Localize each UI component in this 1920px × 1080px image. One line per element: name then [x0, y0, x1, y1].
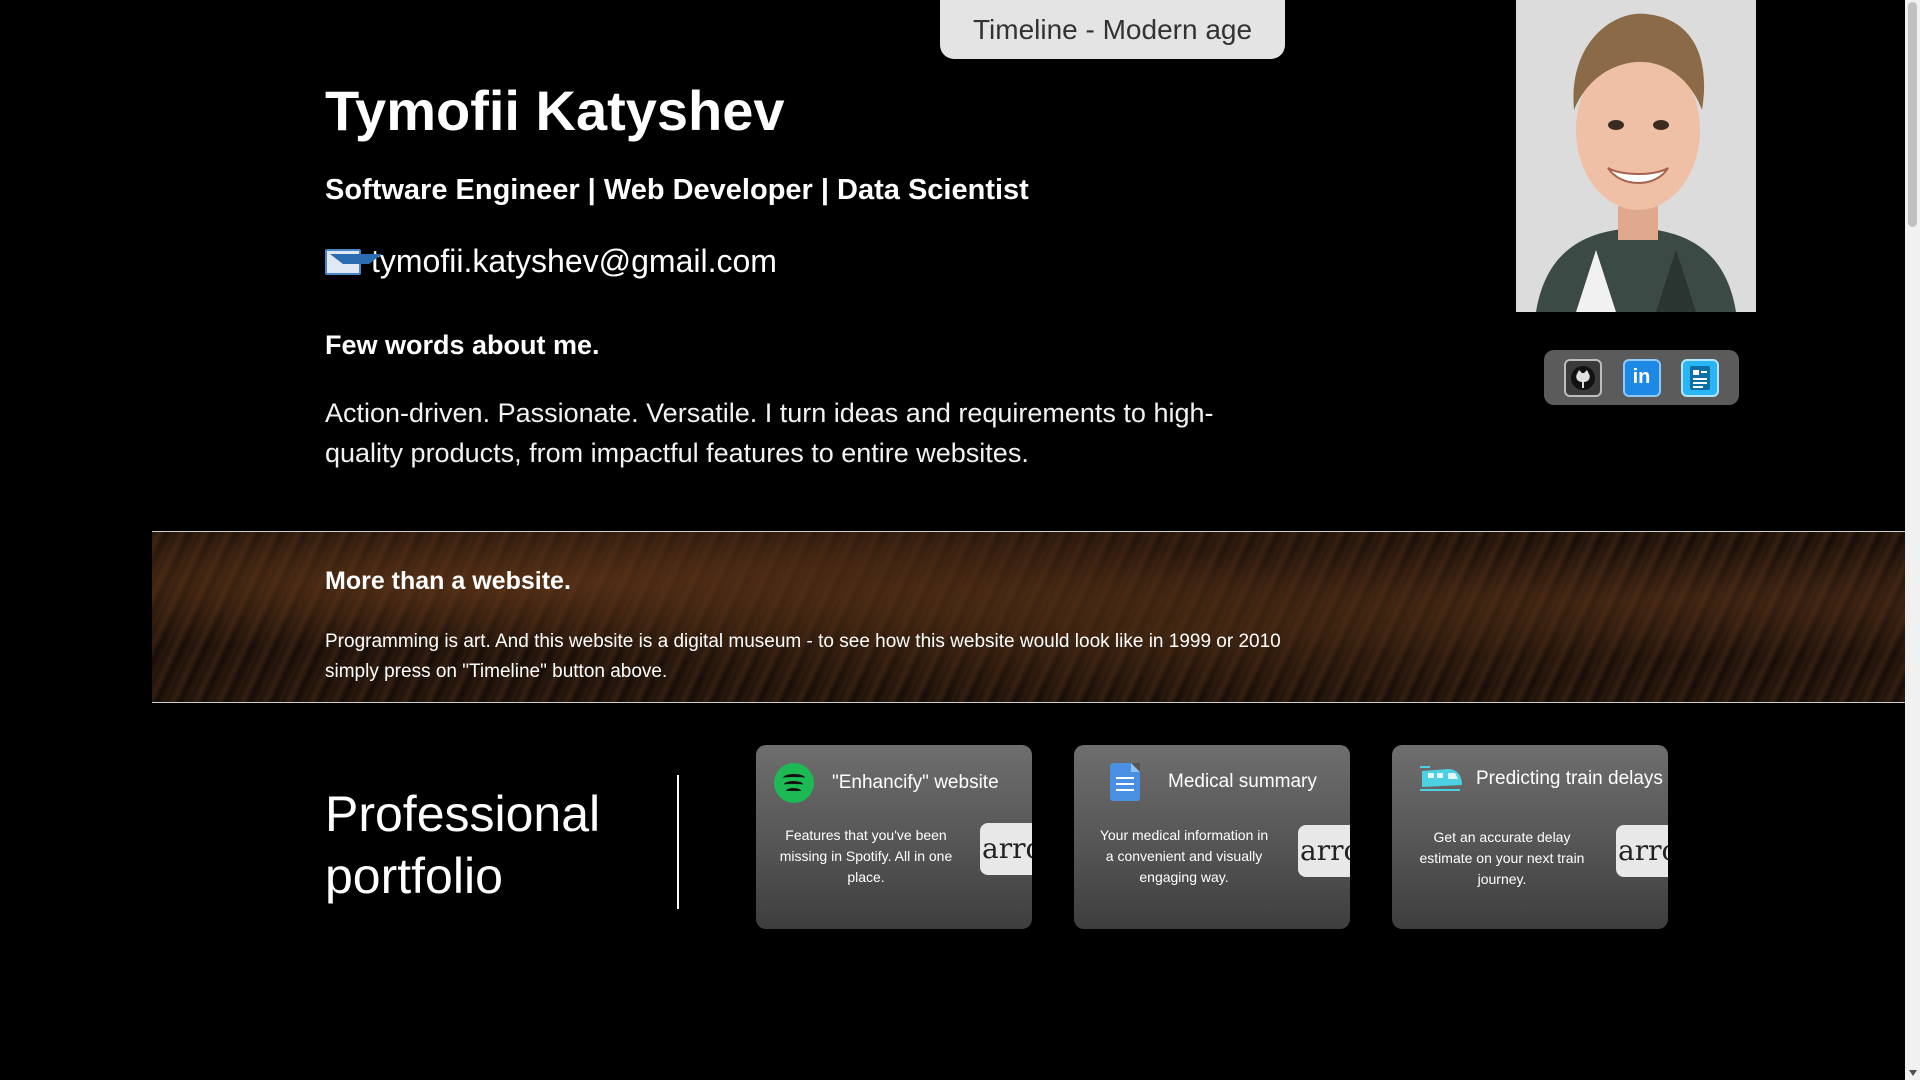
arrow-icon[interactable]: arrow: [1616, 825, 1668, 877]
job-titles: Software Engineer | Web Developer | Data…: [325, 174, 1029, 206]
card-title: Medical summary: [1168, 771, 1317, 792]
document-icon: [1110, 763, 1140, 801]
card-title: Predicting train delays: [1476, 768, 1663, 789]
portfolio-title-line2: portfolio: [325, 848, 503, 904]
email-link[interactable]: tymofii.katyshev@gmail.com: [371, 243, 777, 280]
resume-icon[interactable]: [1680, 358, 1719, 397]
portfolio-title: Professional portfolio: [325, 783, 600, 907]
card-header: Predicting train delays: [1420, 763, 1663, 795]
timeline-button[interactable]: Timeline - Modern age: [940, 0, 1285, 59]
project-card-medical[interactable]: Medical summary Your medical information…: [1074, 745, 1350, 929]
scroll-down-icon[interactable]: [1909, 1070, 1917, 1076]
banner-heading: More than a website.: [325, 567, 571, 595]
card-description: Your medical information in a convenient…: [1099, 827, 1269, 885]
scrollbar-thumb[interactable]: [1908, 2, 1917, 227]
profile-photo: [1516, 0, 1756, 312]
scrollbar[interactable]: [1905, 0, 1920, 1080]
card-header: "Enhancify" website: [774, 763, 999, 803]
spotify-icon: [774, 763, 814, 803]
card-header: Medical summary: [1104, 763, 1317, 801]
about-heading: Few words about me.: [325, 330, 600, 360]
portfolio-title-line1: Professional: [325, 786, 601, 842]
banner-text: Programming is art. And this website is …: [325, 631, 1281, 682]
arrow-icon[interactable]: arrow: [1298, 825, 1350, 877]
project-card-train[interactable]: Predicting train delays Get an accurate …: [1392, 745, 1668, 929]
social-links: in: [1544, 350, 1739, 405]
card-title: "Enhancify" website: [832, 772, 999, 793]
github-icon[interactable]: [1564, 358, 1603, 397]
project-card-enhancify[interactable]: "Enhancify" website Features that you've…: [756, 745, 1032, 929]
arrow-icon[interactable]: arrow: [980, 823, 1032, 875]
page: Timeline - Modern age Tymofii Katyshev S…: [0, 0, 1905, 1080]
email-row: tymofii.katyshev@gmail.com: [325, 243, 777, 280]
linkedin-icon[interactable]: in: [1622, 358, 1661, 397]
card-description: Features that you've been missing in Spo…: [779, 827, 953, 885]
divider: [677, 775, 679, 909]
train-icon: [1420, 763, 1464, 795]
email-icon: [325, 248, 382, 275]
about-text: Action-driven. Passionate. Versatile. I …: [325, 398, 1214, 468]
page-title: Tymofii Katyshev: [325, 79, 785, 142]
card-description: Get an accurate delay estimate on your n…: [1419, 829, 1585, 887]
